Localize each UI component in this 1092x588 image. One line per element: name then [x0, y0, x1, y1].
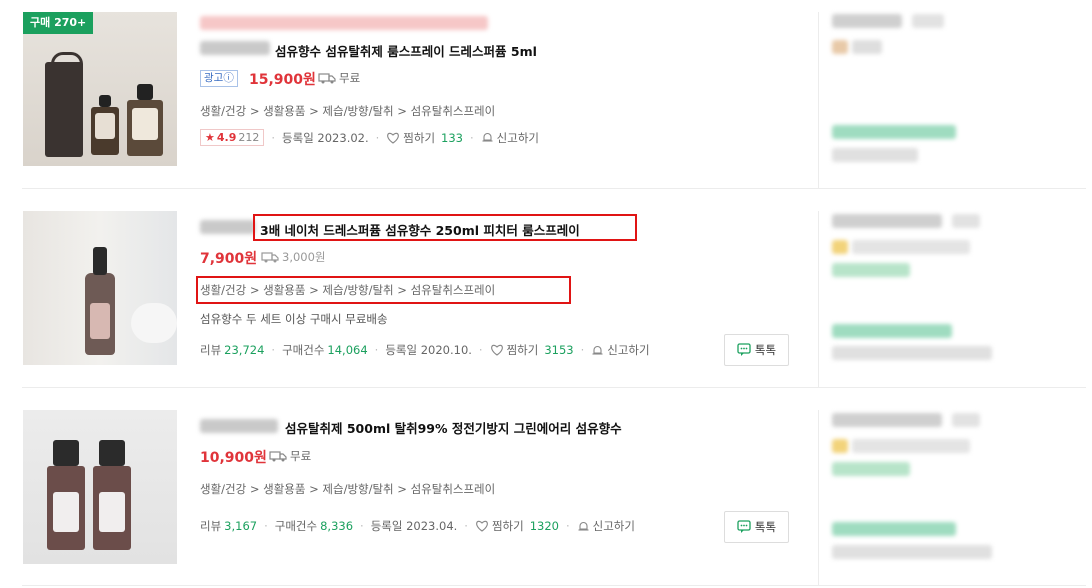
blurred-seller-info — [852, 439, 970, 453]
blurred-seller-info — [852, 240, 970, 254]
product-price: 7,900원 — [200, 251, 258, 267]
shipping-info: 무료 — [269, 448, 311, 464]
blurred-seller-grade — [832, 240, 848, 254]
blurred-seller-grade — [832, 40, 848, 54]
purchase-label: 구매건수 — [282, 343, 325, 357]
blurred-seller-extra — [832, 148, 918, 162]
row-divider — [22, 387, 1086, 388]
blurred-seller-name — [832, 214, 942, 228]
truck-icon — [318, 73, 336, 84]
wish-label: 찜하기 — [491, 519, 524, 533]
registered-date: 등록일 2023.04. — [370, 519, 458, 533]
product-thumbnail[interactable] — [23, 211, 177, 365]
rating-value: 4.9 — [216, 131, 237, 144]
talktalk-button[interactable]: 톡톡 — [724, 334, 789, 366]
report-button[interactable]: 신고하기 — [577, 518, 635, 534]
report-label: 신고하기 — [592, 519, 635, 533]
seller-column-divider — [818, 211, 819, 387]
rating-badge[interactable]: ★ 4.9 212 — [200, 129, 265, 146]
product-thumbnail[interactable] — [23, 12, 177, 166]
purchase-count-badge: 구매 270+ — [23, 12, 94, 34]
registered-date: 등록일 2020.10. — [385, 343, 472, 357]
report-label: 신고하기 — [607, 343, 650, 357]
blurred-seller-tags-2 — [832, 324, 952, 338]
shipping-fee: 3,000원 — [282, 250, 326, 264]
product-price: 10,900원 — [200, 450, 267, 466]
blurred-seller-extra — [832, 545, 992, 559]
report-label: 신고하기 — [496, 130, 539, 145]
rating-count: 212 — [238, 131, 260, 144]
truck-icon — [269, 451, 287, 462]
product-meta: ★ 4.9 212 · 등록일 2023.02. · 찜하기 133 · 신고하기 — [200, 129, 539, 146]
blurred-seller-extra — [832, 346, 992, 360]
review-label[interactable]: 리뷰 — [200, 518, 221, 534]
product-title[interactable]: 섬유향수 섬유탈취제 룸스프레이 드레스퍼퓸 5ml — [275, 41, 537, 60]
talktalk-label: 톡톡 — [754, 520, 777, 534]
product-description: 섬유향수 두 세트 이상 구매시 무료배송 — [200, 312, 388, 326]
blurred-seller-tags-2 — [832, 522, 956, 536]
category-highlight-box — [196, 276, 571, 304]
chat-icon — [737, 343, 751, 356]
talktalk-label: 톡톡 — [754, 343, 777, 357]
row-divider — [22, 585, 1086, 586]
report-button[interactable]: 신고하기 — [481, 130, 539, 146]
shipping-fee: 무료 — [339, 71, 361, 85]
blurred-promo-text — [200, 16, 488, 30]
truck-icon — [261, 252, 279, 263]
product-title[interactable]: 섬유탈취제 500ml 탈취99% 정전기방지 그린에어리 섬유향수 — [285, 418, 622, 437]
wish-button[interactable]: 찜하기 1320 — [475, 518, 559, 534]
heart-icon — [476, 520, 488, 532]
purchase-count: 8,336 — [320, 519, 354, 533]
blurred-brand-name — [200, 419, 278, 433]
shipping-info: 무료 — [318, 70, 360, 86]
heart-icon — [490, 344, 503, 356]
wish-count: 133 — [441, 130, 463, 145]
product-meta: 리뷰 3,167 · 구매건수 8,336 · 등록일 2023.04. · 찜하기… — [200, 518, 635, 534]
row-divider — [22, 188, 1086, 189]
bell-icon — [592, 345, 603, 355]
wish-button[interactable]: 찜하기 133 — [386, 130, 463, 146]
chat-icon — [737, 520, 751, 533]
wish-button[interactable]: 찜하기 3153 — [490, 342, 574, 358]
blurred-brand-name — [200, 41, 270, 55]
review-count[interactable]: 23,724 — [224, 343, 264, 357]
title-highlight-box — [253, 214, 637, 241]
product-price: 15,900원 — [249, 72, 316, 88]
blurred-seller-badge — [912, 14, 944, 28]
seller-column-divider — [818, 12, 819, 188]
category-path[interactable]: 생활/건강 > 생활용품 > 제습/방향/탈취 > 섬유탈취스프레이 — [200, 103, 495, 119]
shipping-info: 3,000원 — [261, 249, 326, 265]
blurred-seller-tags — [832, 462, 910, 476]
heart-icon — [387, 132, 400, 144]
shipping-fee: 무료 — [290, 449, 312, 463]
blurred-seller-name — [832, 14, 902, 28]
wish-count: 1320 — [529, 519, 559, 533]
bell-icon — [578, 521, 589, 531]
category-path[interactable]: 생활/건강 > 생활용품 > 제습/방향/탈취 > 섬유탈취스프레이 — [200, 481, 495, 497]
review-label[interactable]: 리뷰 — [200, 342, 221, 358]
star-icon: ★ — [205, 131, 215, 144]
ad-label[interactable]: 광고ⓘ — [200, 70, 238, 87]
bell-icon — [482, 132, 493, 142]
blurred-seller-tags — [832, 125, 956, 139]
wish-label: 찜하기 — [506, 343, 539, 357]
purchase-count: 14,064 — [327, 343, 368, 357]
blurred-seller-info — [852, 40, 882, 54]
product-thumbnail[interactable] — [23, 410, 177, 564]
review-count[interactable]: 3,167 — [224, 519, 257, 533]
product-meta: 리뷰 23,724 · 구매건수 14,064 · 등록일 2020.10. · 찜… — [200, 342, 650, 358]
blurred-brand-name — [200, 220, 255, 234]
blurred-seller-name — [832, 413, 942, 427]
seller-column-divider — [818, 410, 819, 586]
talktalk-button[interactable]: 톡톡 — [724, 511, 789, 543]
blurred-seller-badge — [952, 413, 980, 427]
wish-label: 찜하기 — [403, 130, 436, 145]
blurred-seller-grade — [832, 439, 848, 453]
report-button[interactable]: 신고하기 — [591, 342, 650, 358]
registered-date: 등록일 2023.02. — [282, 130, 369, 145]
wish-count: 3153 — [544, 343, 574, 357]
purchase-label: 구매건수 — [274, 519, 318, 533]
blurred-seller-tags — [832, 263, 910, 277]
blurred-seller-badge — [952, 214, 980, 228]
